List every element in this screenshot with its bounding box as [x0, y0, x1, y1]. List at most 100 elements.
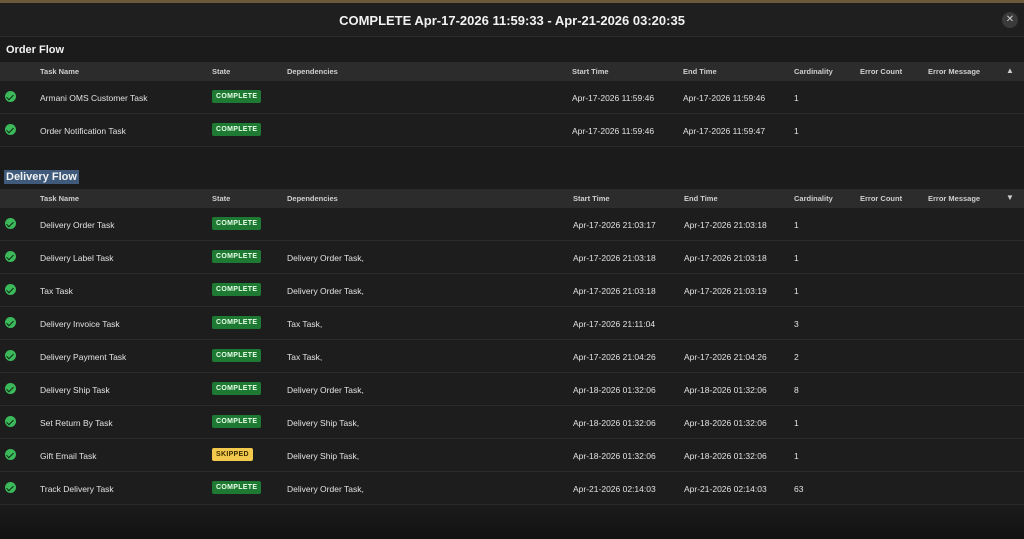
col-start-time[interactable]: Start Time [572, 67, 609, 76]
col-dependencies[interactable]: Dependencies [287, 194, 338, 203]
table-row[interactable]: Delivery Ship Task COMPLETE Delivery Order… [0, 373, 1024, 406]
status-badge: COMPLETE [212, 123, 262, 136]
table-row[interactable]: Delivery Payment Task COMPLETE Tax Task, Ap… [0, 340, 1024, 373]
table-row[interactable]: Delivery Invoice Task COMPLETE Tax Task, Ap… [0, 307, 1024, 340]
check-circle-icon [5, 251, 16, 262]
status-badge: COMPLETE [212, 349, 262, 362]
status-badge: COMPLETE [212, 283, 262, 296]
col-state[interactable]: State [212, 67, 230, 76]
cardinality: 2 [794, 352, 799, 362]
end-time: Apr-17-2026 11:59:47 [683, 126, 766, 136]
table-row[interactable]: Track Delivery Task COMPLETE Delivery Orde… [0, 472, 1024, 505]
task-name: Delivery Order Task [40, 220, 115, 230]
dependencies: Delivery Order Task, [287, 385, 364, 395]
col-end-time[interactable]: End Time [684, 194, 718, 203]
table-row[interactable]: Order Notification Task COMPLETE Apr-17-20… [0, 114, 1024, 147]
col-dependencies[interactable]: Dependencies [287, 67, 338, 76]
status-badge: COMPLETE [212, 217, 262, 230]
table-row[interactable]: Delivery Order Task COMPLETE Apr-17-2026 2… [0, 208, 1024, 241]
start-time: Apr-17-2026 21:03:17 [573, 220, 656, 230]
check-circle-icon [5, 284, 16, 295]
end-time: Apr-17-2026 21:03:19 [684, 286, 767, 296]
start-time: Apr-17-2026 11:59:46 [572, 93, 655, 103]
bottom-area [0, 505, 1024, 539]
start-time: Apr-17-2026 21:11:04 [573, 319, 656, 329]
table-row[interactable]: Armani OMS Customer Task COMPLETE Apr-17-2… [0, 81, 1024, 114]
end-time: Apr-18-2026 01:32:06 [684, 418, 767, 428]
start-time: Apr-17-2026 21:03:18 [573, 286, 656, 296]
dependencies: Delivery Order Task, [287, 484, 364, 494]
dependencies: Delivery Ship Task, [287, 418, 360, 428]
start-time: Apr-18-2026 01:32:06 [573, 385, 656, 395]
end-time: Apr-17-2026 21:04:26 [684, 352, 767, 362]
cardinality: 1 [794, 418, 799, 428]
status-badge: COMPLETE [212, 415, 262, 428]
start-time: Apr-21-2026 02:14:03 [573, 484, 656, 494]
status-badge: COMPLETE [212, 382, 262, 395]
col-start-time[interactable]: Start Time [573, 194, 610, 203]
dependencies: Delivery Ship Task, [287, 451, 360, 461]
col-end-time[interactable]: End Time [683, 67, 717, 76]
end-time: Apr-17-2026 11:59:46 [683, 93, 766, 103]
check-circle-icon [5, 482, 16, 493]
col-error-message[interactable]: Error Message [928, 194, 980, 203]
check-circle-icon [5, 350, 16, 361]
task-name: Armani OMS Customer Task [40, 93, 148, 103]
status-badge: COMPLETE [212, 90, 262, 103]
dependencies: Delivery Order Task, [287, 286, 364, 296]
dependencies: Tax Task, [287, 352, 323, 362]
col-error-count[interactable]: Error Count [860, 194, 902, 203]
task-name: Order Notification Task [40, 126, 126, 136]
cardinality: 1 [794, 451, 799, 461]
task-name: Gift Email Task [40, 451, 97, 461]
col-error-message[interactable]: Error Message [928, 67, 980, 76]
cardinality: 1 [794, 253, 799, 263]
cardinality: 8 [794, 385, 799, 395]
status-badge: COMPLETE [212, 250, 262, 263]
end-time: Apr-17-2026 21:03:18 [684, 220, 767, 230]
col-state[interactable]: State [212, 194, 230, 203]
task-name: Delivery Invoice Task [40, 319, 120, 329]
check-circle-icon [5, 449, 16, 460]
table-row[interactable]: Tax Task COMPLETE Delivery Order Task, Apr-… [0, 274, 1024, 307]
status-badge: COMPLETE [212, 316, 262, 329]
dialog-header: COMPLETE Apr-17-2026 11:59:33 - Apr-21-2… [0, 3, 1024, 37]
task-name: Track Delivery Task [40, 484, 114, 494]
chevron-down-icon[interactable]: ▼ [1006, 193, 1014, 202]
check-circle-icon [5, 383, 16, 394]
check-circle-icon [5, 124, 16, 135]
cardinality: 1 [794, 286, 799, 296]
col-cardinality[interactable]: Cardinality [794, 67, 833, 76]
end-time: Apr-18-2026 01:32:06 [684, 451, 767, 461]
task-name: Tax Task [40, 286, 73, 296]
section-title-order-flow: Order Flow [6, 44, 65, 56]
cardinality: 1 [794, 220, 799, 230]
close-icon[interactable]: ✕ [1002, 12, 1018, 28]
col-task-name[interactable]: Task Name [40, 67, 79, 76]
end-time: Apr-17-2026 21:03:18 [684, 253, 767, 263]
task-name: Delivery Payment Task [40, 352, 127, 362]
table-row[interactable]: Gift Email Task SKIPPED Delivery Ship Task… [0, 439, 1024, 472]
start-time: Apr-18-2026 01:32:06 [573, 418, 656, 428]
start-time: Apr-17-2026 21:04:26 [573, 352, 656, 362]
order-flow-table-header: Task Name State Dependencies Start Time … [0, 62, 1024, 81]
col-error-count[interactable]: Error Count [860, 67, 902, 76]
table-row[interactable]: Set Return By Task COMPLETE Delivery Ship … [0, 406, 1024, 439]
task-name: Set Return By Task [40, 418, 113, 428]
check-circle-icon [5, 416, 16, 427]
table-row[interactable]: Delivery Label Task COMPLETE Delivery Orde… [0, 241, 1024, 274]
chevron-up-icon[interactable]: ▲ [1006, 66, 1014, 75]
start-time: Apr-17-2026 21:03:18 [573, 253, 656, 263]
status-badge: SKIPPED [212, 448, 253, 461]
col-cardinality[interactable]: Cardinality [794, 194, 833, 203]
check-circle-icon [5, 317, 16, 328]
dependencies: Tax Task, [287, 319, 323, 329]
start-time: Apr-17-2026 11:59:46 [572, 126, 655, 136]
cardinality: 63 [794, 484, 804, 494]
task-name: Delivery Label Task [40, 253, 114, 263]
end-time: Apr-18-2026 01:32:06 [684, 385, 767, 395]
cardinality: 3 [794, 319, 799, 329]
col-task-name[interactable]: Task Name [40, 194, 79, 203]
end-time: Apr-21-2026 02:14:03 [684, 484, 767, 494]
dependencies: Delivery Order Task, [287, 253, 364, 263]
